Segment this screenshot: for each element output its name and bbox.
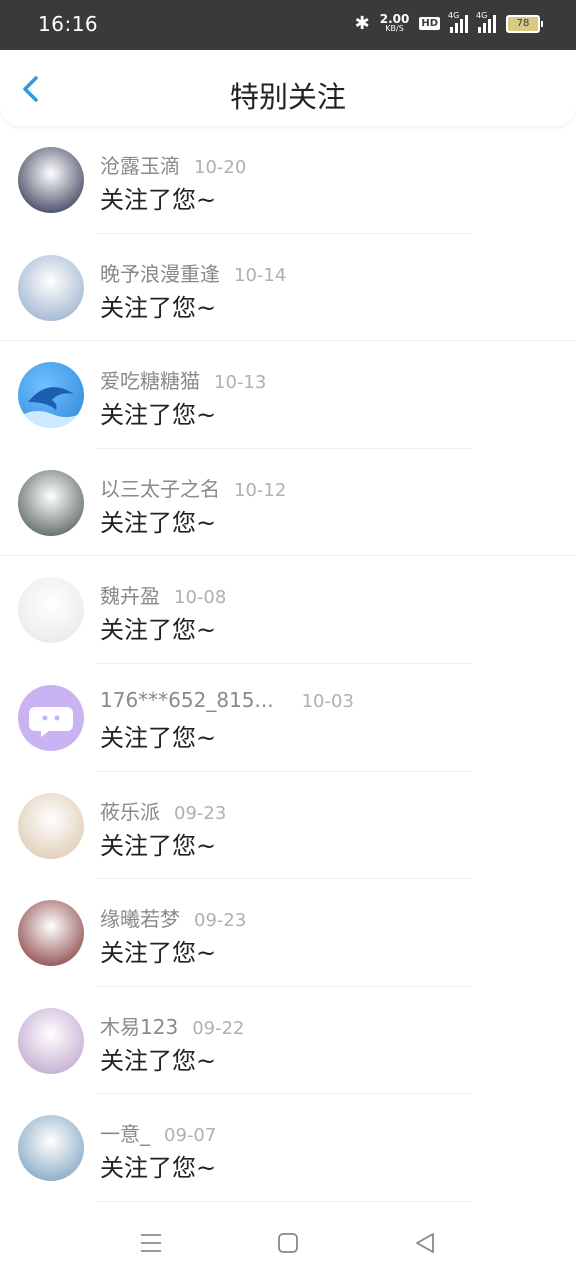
user-name[interactable]: 沧露玉滴 bbox=[100, 154, 180, 178]
follow-date: 10-20 bbox=[194, 157, 247, 178]
follow-date: 09-22 bbox=[192, 1017, 245, 1039]
avatar[interactable] bbox=[18, 362, 84, 429]
avatar[interactable] bbox=[18, 1007, 84, 1074]
list-item[interactable]: 缘曦若梦 09-23 关注了您~ bbox=[0, 879, 576, 987]
follow-message: 关注了您~ bbox=[100, 293, 217, 322]
hd-icon: HD bbox=[419, 17, 440, 30]
row-divider bbox=[96, 1200, 472, 1202]
dolphin-image bbox=[24, 387, 80, 429]
list-item[interactable]: 以三太子之名 10-12 关注了您~ bbox=[0, 449, 576, 557]
follow-date: 10-14 bbox=[234, 264, 287, 286]
list-item[interactable]: 爱吃糖糖猫 10-13 关注了您~ bbox=[0, 341, 576, 449]
follow-message: 关注了您~ bbox=[100, 939, 217, 968]
list-item[interactable]: 一意_ 09-07 关注了您~ bbox=[0, 1094, 576, 1202]
user-name[interactable]: 一意_ bbox=[100, 1122, 150, 1146]
user-name[interactable]: 魏卉盈 bbox=[100, 584, 160, 608]
user-name[interactable]: 晚予浪漫重逢 bbox=[100, 262, 220, 286]
signal-net-label-2: 4G bbox=[476, 10, 488, 20]
list-item[interactable]: 木易123 09-22 关注了您~ bbox=[0, 987, 576, 1095]
home-square-icon bbox=[278, 1233, 298, 1253]
network-speed-value: 2.00 bbox=[379, 11, 410, 26]
user-name-line[interactable]: 爱吃糖糖猫 10-13 bbox=[100, 365, 266, 394]
avatar[interactable] bbox=[18, 469, 84, 536]
follow-date: 10-03 bbox=[301, 690, 354, 712]
follow-date: 10-08 bbox=[174, 587, 227, 609]
page-title: 特别关注 bbox=[229, 80, 346, 114]
list-item[interactable]: 176***652_815... 10-03 关注了您~ bbox=[0, 664, 576, 772]
user-name[interactable]: 木易123 bbox=[100, 1015, 178, 1039]
status-time: 16:16 bbox=[38, 12, 99, 36]
avatar[interactable] bbox=[18, 147, 84, 213]
signal-net-label: 4G bbox=[448, 10, 460, 20]
user-name[interactable]: 缘曦若梦 bbox=[100, 907, 180, 931]
follow-date: 10-13 bbox=[214, 372, 267, 394]
follow-date: 09-23 bbox=[194, 910, 247, 932]
signal-icon: 4G bbox=[448, 11, 468, 33]
follow-message: 关注了您~ bbox=[100, 723, 217, 752]
list-item[interactable]: 沧露玉滴 10-20 关注了您~ bbox=[0, 126, 576, 234]
user-name-line[interactable]: 沧露玉滴 10-20 bbox=[100, 150, 246, 179]
follow-message: 关注了您~ bbox=[100, 186, 217, 214]
follow-message: 关注了您~ bbox=[100, 616, 217, 645]
list-item[interactable]: 晚予浪漫重逢 10-14 关注了您~ bbox=[0, 234, 576, 342]
back-nav-button[interactable] bbox=[414, 1232, 436, 1258]
status-icons: ✱ 2.00 KB/S HD 4G 4G 78 bbox=[354, 11, 543, 34]
battery-icon: 78 bbox=[506, 14, 543, 33]
avatar[interactable] bbox=[18, 577, 84, 644]
list-item[interactable]: 魏卉盈 10-08 关注了您~ bbox=[0, 556, 576, 664]
user-name-line[interactable]: 木易123 09-22 bbox=[100, 1011, 245, 1040]
menu-button[interactable] bbox=[140, 1232, 162, 1258]
user-name-line[interactable]: 莜乐派 09-23 bbox=[100, 796, 226, 825]
follow-message: 关注了您~ bbox=[100, 401, 217, 430]
app-header: 特别关注 bbox=[0, 52, 576, 126]
follow-date: 09-07 bbox=[164, 1125, 217, 1147]
home-button[interactable] bbox=[277, 1232, 299, 1258]
system-nav-bar bbox=[0, 1208, 576, 1280]
list-item[interactable]: 莜乐派 09-23 关注了您~ bbox=[0, 772, 576, 880]
avatar[interactable] bbox=[18, 792, 84, 859]
avatar[interactable] bbox=[18, 254, 84, 321]
user-name[interactable]: 以三太子之名 bbox=[100, 477, 220, 501]
menu-icon bbox=[141, 1234, 161, 1252]
user-name[interactable]: 莜乐派 bbox=[100, 800, 160, 824]
network-speed: 2.00 KB/S bbox=[379, 11, 410, 34]
user-name[interactable]: 176***652_815... bbox=[100, 688, 274, 712]
follow-message: 关注了您~ bbox=[100, 1046, 217, 1075]
avatar[interactable] bbox=[18, 900, 84, 967]
user-name-line[interactable]: 魏卉盈 10-08 bbox=[100, 580, 226, 609]
signal-icon-2: 4G bbox=[476, 11, 496, 33]
user-name[interactable]: 爱吃糖糖猫 bbox=[100, 369, 200, 393]
user-name-line[interactable]: 缘曦若梦 09-23 bbox=[100, 903, 246, 932]
follower-list: 沧露玉滴 10-20 关注了您~ 晚予浪漫重逢 10-14 关注了您~ 爱吃糖糖猫 10-13… bbox=[0, 126, 576, 1202]
network-speed-unit: KB/S bbox=[385, 23, 404, 33]
user-name-line[interactable]: 176***652_815... 10-03 bbox=[100, 688, 354, 712]
status-bar: 16:16 ✱ 2.00 KB/S HD 4G 4G 78 bbox=[0, 0, 576, 50]
follow-date: 09-23 bbox=[174, 802, 227, 824]
user-name-line[interactable]: 晚予浪漫重逢 10-14 bbox=[100, 258, 286, 287]
user-name-line[interactable]: 以三太子之名 10-12 bbox=[100, 473, 286, 502]
avatar[interactable] bbox=[18, 684, 84, 751]
avatar[interactable] bbox=[18, 1115, 84, 1182]
chat-bubble-icon bbox=[29, 706, 73, 737]
follow-date: 10-12 bbox=[234, 479, 287, 501]
follow-message: 关注了您~ bbox=[100, 508, 217, 537]
back-triangle-icon bbox=[416, 1233, 434, 1253]
follow-message: 关注了您~ bbox=[100, 1154, 217, 1183]
follow-message: 关注了您~ bbox=[100, 831, 217, 860]
user-name-line[interactable]: 一意_ 09-07 bbox=[100, 1118, 216, 1147]
bluetooth-icon: ✱ bbox=[354, 13, 370, 34]
